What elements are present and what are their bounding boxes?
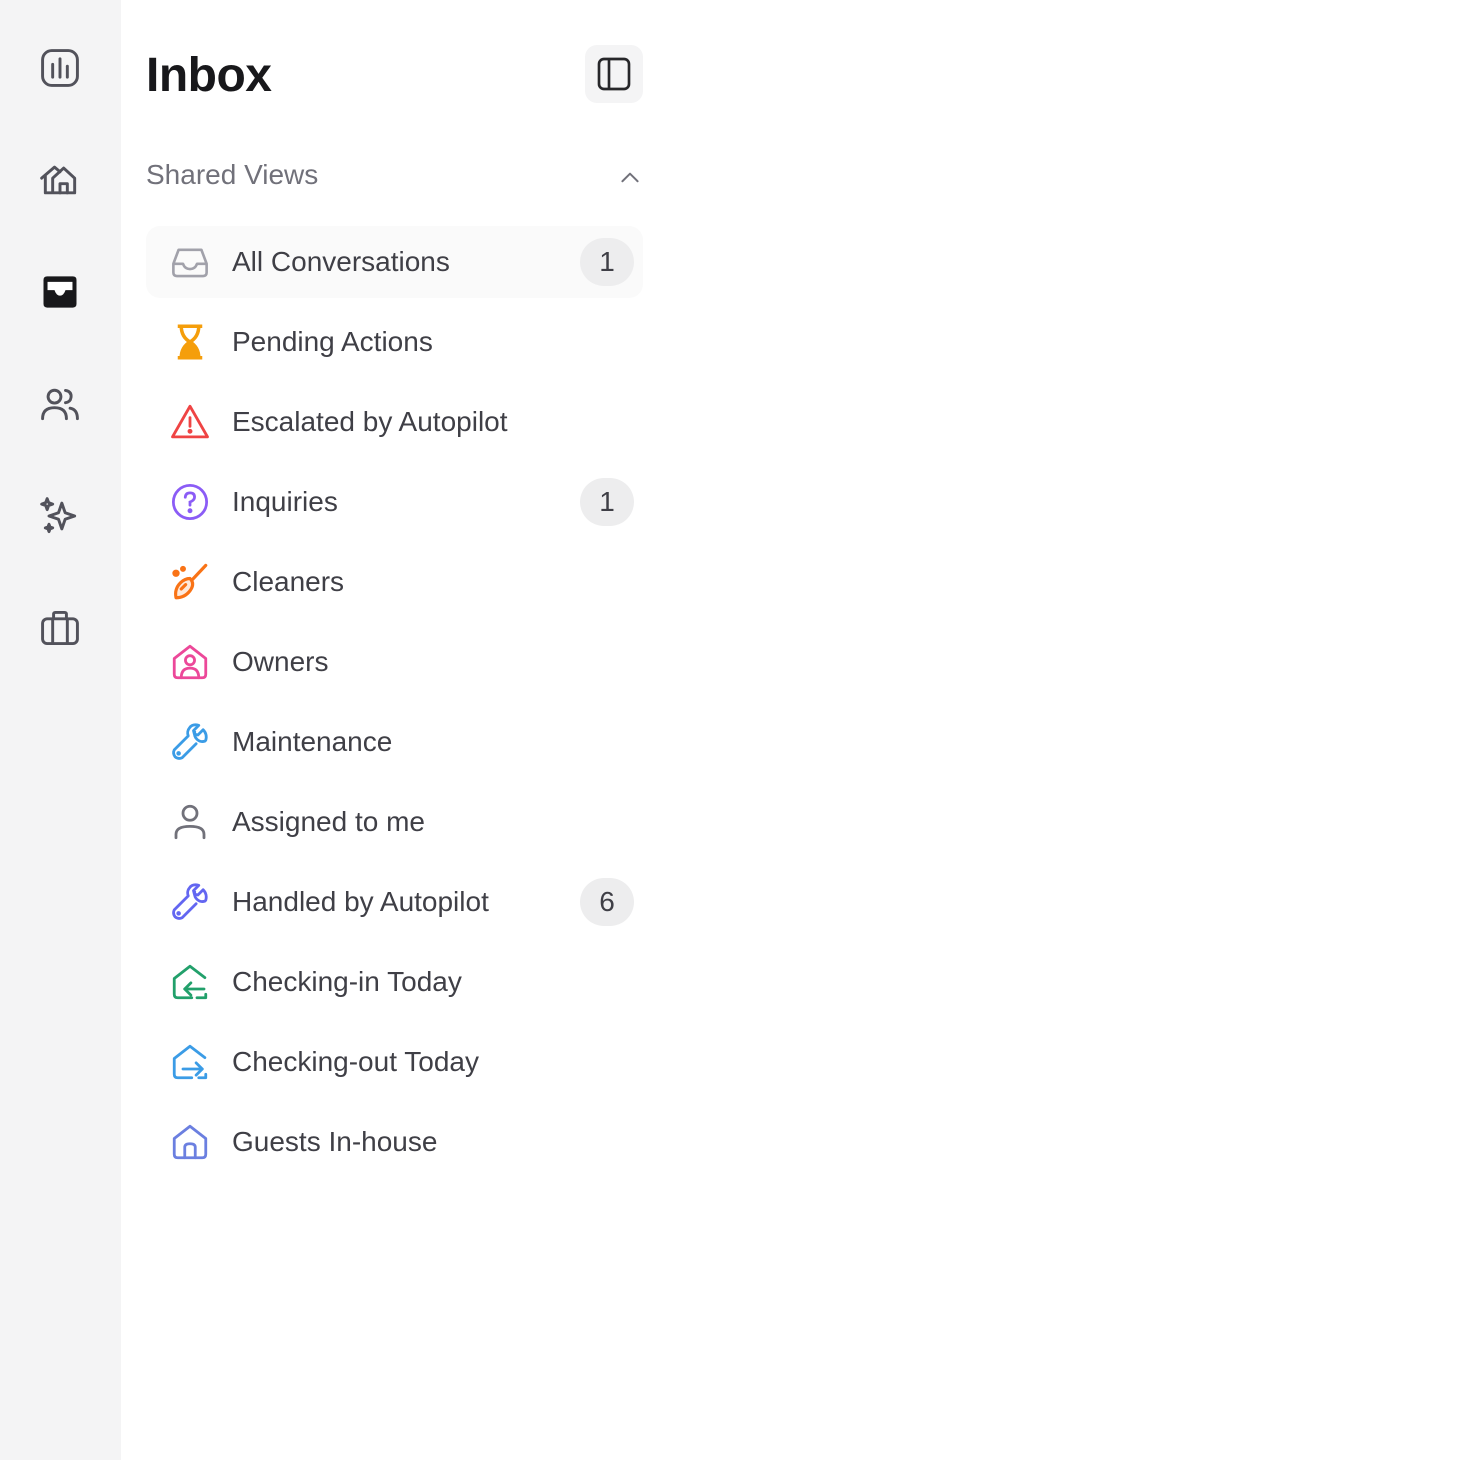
- view-label: Escalated by Autopilot: [232, 406, 508, 437]
- view-item-pending-actions[interactable]: Pending Actions: [146, 306, 643, 378]
- page-title: Inbox: [146, 49, 272, 102]
- nav-contacts[interactable]: [30, 374, 90, 434]
- view-label: Maintenance: [232, 726, 393, 757]
- view-item-escalated[interactable]: Escalated by Autopilot: [146, 386, 643, 458]
- count-badge: 1: [580, 478, 634, 526]
- view-label: Inquiries: [232, 486, 338, 517]
- warning-triangle-icon: [168, 400, 212, 444]
- user-icon: [168, 800, 212, 844]
- view-label: Pending Actions: [232, 326, 433, 357]
- inbox-icon: [168, 240, 212, 284]
- check-out-house-icon: [168, 1040, 212, 1084]
- broom-icon: [168, 560, 212, 604]
- check-in-house-icon: [168, 960, 212, 1004]
- view-label: All Conversations: [232, 246, 450, 277]
- view-item-owners[interactable]: Owners: [146, 626, 643, 698]
- owner-house-icon: [168, 640, 212, 684]
- view-label: Assigned to me: [232, 806, 425, 837]
- hourglass-icon: [168, 320, 212, 364]
- view-label: Cleaners: [232, 566, 345, 597]
- view-item-cleaners[interactable]: Cleaners: [146, 546, 643, 618]
- view-item-all-conversations[interactable]: All Conversations 1: [146, 226, 643, 298]
- question-circle-icon: [168, 480, 212, 524]
- count-badge: 1: [580, 238, 634, 286]
- nav-operations[interactable]: [30, 598, 90, 658]
- bar-chart-icon: [41, 49, 79, 87]
- view-item-assigned-to-me[interactable]: Assigned to me: [146, 786, 643, 858]
- wrench-icon: [168, 880, 212, 924]
- briefcase-icon: [41, 610, 79, 646]
- sparkles-icon: [40, 497, 77, 534]
- toggle-sidebar-button[interactable]: [585, 45, 643, 103]
- view-item-maintenance[interactable]: Maintenance: [146, 706, 643, 778]
- shared-views-header[interactable]: Shared Views: [146, 150, 643, 200]
- view-label: Checking-out Today: [232, 1046, 479, 1077]
- count-badge: 6: [580, 878, 634, 926]
- section-title: Shared Views: [146, 159, 319, 190]
- shared-views-list: All Conversations 1 Pending Actions Esca…: [146, 226, 643, 1186]
- view-item-guests-in-house[interactable]: Guests In-house: [146, 1106, 643, 1178]
- wrench-icon: [168, 720, 212, 764]
- app-nav-rail: [0, 0, 121, 1460]
- nav-autopilot[interactable]: [30, 486, 90, 546]
- view-item-handled-by-autopilot[interactable]: Handled by Autopilot 6: [146, 866, 643, 938]
- nav-analytics[interactable]: [30, 38, 90, 98]
- view-item-checking-out-today[interactable]: Checking-out Today: [146, 1026, 643, 1098]
- view-label: Owners: [232, 646, 329, 677]
- inbox-tray-icon: [43, 276, 77, 308]
- sidebar-panel-icon: [597, 57, 631, 91]
- view-label: Handled by Autopilot: [232, 886, 489, 917]
- house-icon: [168, 1120, 212, 1164]
- users-icon: [41, 388, 79, 421]
- nav-inbox[interactable]: [30, 262, 90, 322]
- chevron-up-icon[interactable]: [617, 159, 643, 191]
- nav-properties[interactable]: [30, 150, 90, 210]
- view-item-checking-in-today[interactable]: Checking-in Today: [146, 946, 643, 1018]
- houses-icon: [40, 165, 77, 195]
- inbox-sidebar: Inbox Shared Views All Conversations 1 P…: [121, 0, 651, 1460]
- view-label: Guests In-house: [232, 1126, 438, 1157]
- view-label: Checking-in Today: [232, 966, 462, 997]
- view-item-inquiries[interactable]: Inquiries 1: [146, 466, 643, 538]
